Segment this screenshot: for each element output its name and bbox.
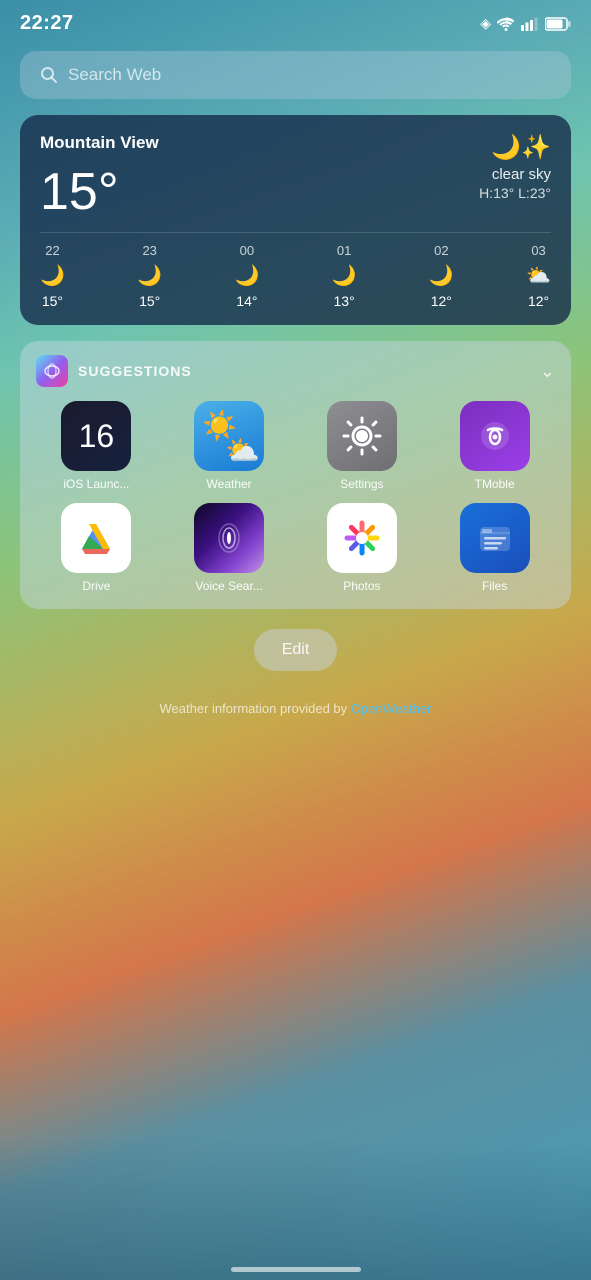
hour-temp: 15°: [42, 293, 63, 309]
hour-temp: 15°: [139, 293, 160, 309]
weather-hour-item: 23 🌙 15°: [137, 243, 162, 309]
app-item-files[interactable]: Files: [434, 503, 555, 593]
suggestions-header: SUGGESTIONS ⌄: [36, 355, 555, 387]
status-time: 22:27: [20, 12, 74, 35]
edit-button[interactable]: Edit: [254, 629, 338, 671]
edit-button-container: Edit: [0, 629, 591, 671]
suggestions-title-row: SUGGESTIONS: [36, 355, 192, 387]
chevron-down-icon[interactable]: ⌄: [540, 361, 555, 382]
hour-time: 22: [45, 243, 59, 258]
location-icon: ◈: [480, 15, 491, 32]
openweather-link[interactable]: OpenWeather: [351, 701, 432, 716]
home-indicator: [231, 1267, 361, 1272]
status-icons: ◈: [480, 15, 571, 32]
status-bar: 22:27 ◈: [0, 0, 591, 43]
wifi-icon: [497, 17, 515, 31]
hour-temp: 12°: [431, 293, 452, 309]
hour-icon: 🌙: [137, 263, 162, 288]
app-label-weather: Weather: [207, 477, 252, 491]
weather-hour-item: 00 🌙 14°: [234, 243, 259, 309]
hour-time: 02: [434, 243, 448, 258]
app-label-voice: Voice Sear...: [195, 579, 262, 593]
hour-temp: 13°: [334, 293, 355, 309]
hour-icon: 🌙: [40, 263, 65, 288]
dock-area: [0, 1140, 591, 1280]
hour-time: 01: [337, 243, 351, 258]
hour-time: 00: [240, 243, 254, 258]
hour-temp: 14°: [236, 293, 257, 309]
hour-icon: 🌙: [332, 263, 357, 288]
hour-temp: 12°: [528, 293, 549, 309]
hour-time: 03: [531, 243, 545, 258]
weather-hour-item: 02 🌙 12°: [429, 243, 454, 309]
app-label-files: Files: [482, 579, 507, 593]
app-label-drive: Drive: [82, 579, 110, 593]
search-bar-placeholder: Search Web: [68, 65, 161, 85]
footer-attribution: Weather information provided by: [160, 701, 351, 716]
app-item-voice[interactable]: Voice Sear...: [169, 503, 290, 593]
hour-time: 23: [142, 243, 156, 258]
battery-icon: [545, 17, 571, 31]
weather-header: Mountain View 🌙✨: [40, 133, 551, 162]
weather-hour-item: 01 🌙 13°: [332, 243, 357, 309]
weather-hour-item: 03 ⛅ 12°: [526, 243, 551, 309]
files-app-icon: [460, 503, 530, 573]
weather-description-block: clear sky H:13° L:23°: [479, 166, 551, 201]
ios-launcher-icon: 16: [61, 401, 131, 471]
app-item-settings[interactable]: Settings: [302, 401, 423, 491]
weather-hour-item: 22 🌙 15°: [40, 243, 65, 309]
app-item-drive[interactable]: Drive: [36, 503, 157, 593]
settings-app-icon: [327, 401, 397, 471]
app-label-settings: Settings: [340, 477, 383, 491]
weather-description: clear sky: [479, 166, 551, 183]
suggestions-panel: SUGGESTIONS ⌄ 16 iOS Launc... ☀️ ⛅ Weath…: [20, 341, 571, 609]
weather-high-low: H:13° L:23°: [479, 185, 551, 201]
app-item-tmoble[interactable]: TMoble: [434, 401, 555, 491]
siri-swirl: [42, 361, 62, 381]
voice-app-icon: [194, 503, 264, 573]
weather-high: H:13°: [479, 185, 514, 201]
search-icon: [40, 66, 58, 84]
siri-icon: [36, 355, 68, 387]
photos-app-icon: [327, 503, 397, 573]
weather-temp-row: 15° clear sky H:13° L:23°: [40, 166, 551, 218]
weather-widget[interactable]: Mountain View 🌙✨ 15° clear sky H:13° L:2…: [20, 115, 571, 325]
app-label-ios-launcher: iOS Launc...: [63, 477, 129, 491]
app-item-photos[interactable]: Photos: [302, 503, 423, 593]
weather-app-icon: ☀️ ⛅: [194, 401, 264, 471]
suggestions-title: SUGGESTIONS: [78, 363, 192, 379]
weather-hourly: 22 🌙 15° 23 🌙 15° 00 🌙 14° 01 🌙 13° 02 🌙…: [40, 232, 551, 309]
hour-icon: 🌙: [429, 263, 454, 288]
app-label-tmoble: TMoble: [475, 477, 515, 491]
hour-icon: ⛅: [526, 263, 551, 288]
hour-icon: 🌙: [234, 263, 259, 288]
signal-icon: [521, 17, 539, 31]
weather-city: Mountain View: [40, 133, 159, 153]
weather-temperature: 15°: [40, 166, 119, 218]
weather-night-icon: 🌙✨: [491, 133, 551, 162]
app-label-photos: Photos: [343, 579, 380, 593]
tmoble-app-icon: [460, 401, 530, 471]
search-bar[interactable]: Search Web: [20, 51, 571, 99]
footer-text: Weather information provided by OpenWeat…: [0, 701, 591, 716]
app-grid: 16 iOS Launc... ☀️ ⛅ Weather Settings TM…: [36, 401, 555, 593]
weather-low: L:23°: [518, 185, 551, 201]
app-item-weather[interactable]: ☀️ ⛅ Weather: [169, 401, 290, 491]
drive-app-icon: [61, 503, 131, 573]
app-item-ios-launcher[interactable]: 16 iOS Launc...: [36, 401, 157, 491]
